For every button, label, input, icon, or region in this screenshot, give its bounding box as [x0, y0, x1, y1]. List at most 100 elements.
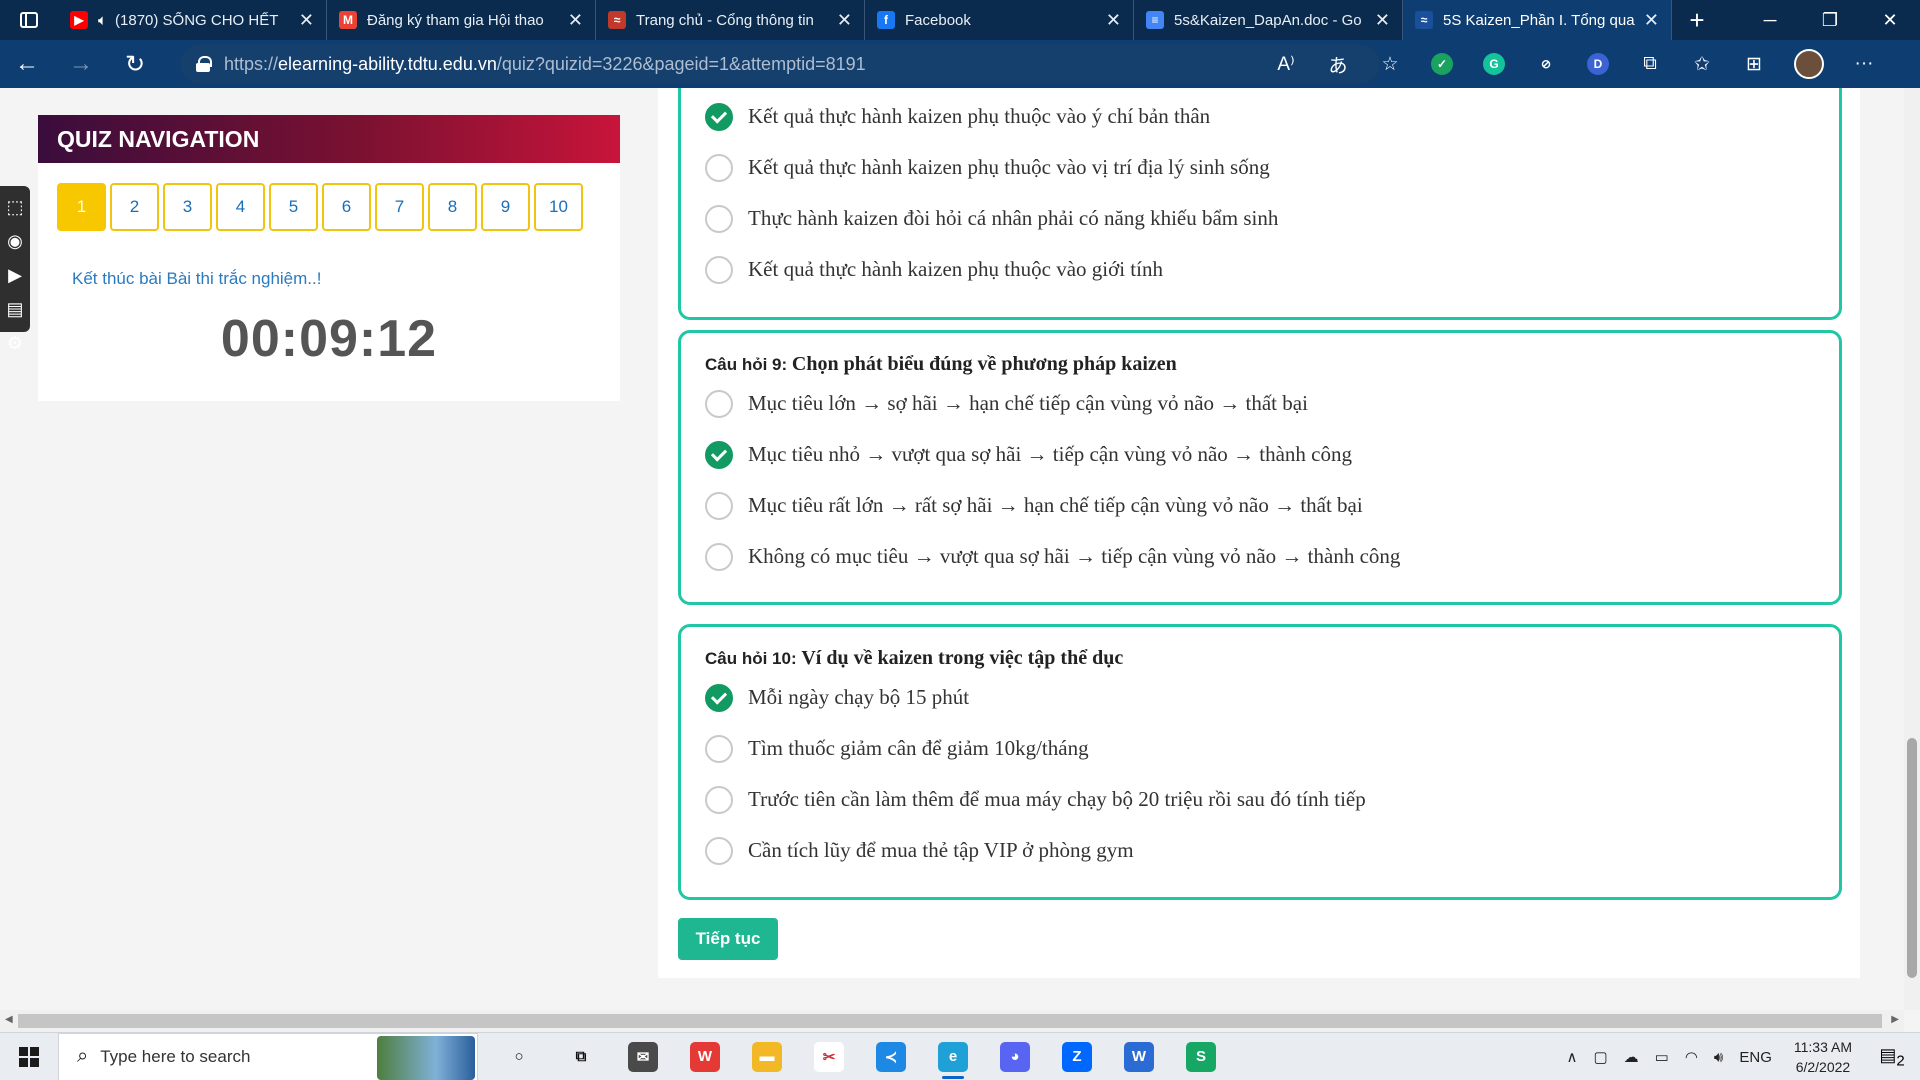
radio-unchecked-icon[interactable] — [705, 542, 733, 571]
tab-actions-button[interactable] — [0, 0, 58, 40]
cortana-taskbar-button[interactable]: ○ — [488, 1033, 550, 1080]
browser-tab[interactable]: ≈ Trang chủ - Cổng thông tin ✕ — [596, 0, 865, 40]
wps-taskbar-button[interactable]: W — [674, 1033, 736, 1080]
radio-unchecked-icon[interactable] — [705, 153, 733, 182]
settings-icon[interactable]: ⚙ — [7, 326, 23, 360]
video-icon[interactable]: ▶ — [8, 258, 22, 292]
meet-now-icon[interactable]: ▢ — [1593, 1048, 1607, 1066]
read-aloud-icon[interactable]: A⁾ — [1260, 53, 1312, 76]
tab-close-icon[interactable]: ✕ — [1644, 10, 1659, 31]
answer-option[interactable]: Kết quả thực hành kaizen phụ thuộc vào g… — [705, 244, 1815, 295]
radio-unchecked-icon[interactable] — [705, 204, 733, 233]
answer-option[interactable]: Tìm thuốc giảm cân để giảm 10kg/tháng — [705, 723, 1815, 774]
refresh-button[interactable]: ↻ — [108, 40, 162, 88]
radio-unchecked-icon[interactable] — [705, 389, 733, 418]
compass-ext-icon[interactable]: ⊘ — [1535, 53, 1557, 75]
radio-checked-icon[interactable] — [705, 102, 733, 131]
clock[interactable]: 11:33 AM 6/2/2022 — [1794, 1037, 1852, 1077]
sheets-taskbar-button[interactable]: S — [1170, 1033, 1232, 1080]
answer-option[interactable]: Kết quả thực hành kaizen phụ thuộc vào v… — [705, 142, 1815, 193]
radio-checked-icon[interactable] — [705, 440, 733, 469]
tab-close-icon[interactable]: ✕ — [299, 10, 314, 31]
answer-option[interactable]: Mục tiêu lớn → sợ hãi → hạn chế tiếp cận… — [705, 378, 1815, 429]
gallery-icon[interactable]: ▤ — [6, 292, 23, 326]
more-menu-icon[interactable]: ··· — [1838, 53, 1890, 75]
scroll-right-icon[interactable]: ▶ — [1891, 1014, 1899, 1025]
question-nav-button-4[interactable]: 4 — [216, 183, 265, 231]
back-button[interactable]: ← — [0, 40, 54, 88]
answer-option[interactable]: Thực hành kaizen đòi hỏi cá nhân phải có… — [705, 193, 1815, 244]
tab-close-icon[interactable]: ✕ — [837, 10, 852, 31]
browser-tab[interactable]: f Facebook ✕ — [865, 0, 1134, 40]
answer-option[interactable]: Mục tiêu rất lớn → rất sợ hãi → hạn chế … — [705, 480, 1815, 531]
radio-unchecked-icon[interactable] — [705, 836, 733, 865]
minimize-button[interactable]: ─ — [1740, 0, 1800, 40]
answer-option[interactable]: Cần tích lũy để mua thẻ tập VIP ở phòng … — [705, 825, 1815, 876]
radio-unchecked-icon[interactable] — [705, 785, 733, 814]
question-nav-button-8[interactable]: 8 — [428, 183, 477, 231]
discord-taskbar-button[interactable]: ◕ — [984, 1033, 1046, 1080]
vertical-scrollbar[interactable] — [1904, 88, 1920, 1010]
onedrive-icon[interactable]: ☁ — [1624, 1048, 1639, 1066]
tab-close-icon[interactable]: ✕ — [568, 10, 583, 31]
question-nav-button-6[interactable]: 6 — [322, 183, 371, 231]
answer-option[interactable]: Không có mục tiêu → vượt qua sợ hãi → ti… — [705, 531, 1815, 582]
collapse-icon[interactable]: ⬚ — [6, 190, 23, 224]
file-explorer-taskbar-button[interactable]: ▬ — [736, 1033, 798, 1080]
browser-tab[interactable]: ≡ 5s&Kaizen_DapAn.doc - Go ✕ — [1134, 0, 1403, 40]
browser-tab[interactable]: ≈5S Kaizen_Phần I. Tổng qua ✕ — [1403, 0, 1672, 40]
radio-unchecked-icon[interactable] — [705, 734, 733, 763]
show-hidden-icons[interactable]: ∧ — [1566, 1048, 1577, 1066]
mail-taskbar-button[interactable]: ✉ — [612, 1033, 674, 1080]
answer-option[interactable]: Mục tiêu nhỏ → vượt qua sợ hãi → tiếp cậ… — [705, 429, 1815, 480]
restore-button[interactable]: ❐ — [1800, 0, 1860, 40]
question-nav-button-5[interactable]: 5 — [269, 183, 318, 231]
task-view-taskbar-button[interactable]: ⧉ — [550, 1033, 612, 1080]
volume-icon[interactable]: 🔊︎ — [1714, 1049, 1723, 1066]
tab-close-icon[interactable]: ✕ — [1106, 10, 1121, 31]
extensions-icon[interactable]: ⧉ — [1624, 53, 1676, 75]
radio-unchecked-icon[interactable] — [705, 255, 733, 284]
answer-option[interactable]: Mỗi ngày chạy bộ 15 phút — [705, 672, 1815, 723]
tab-close-icon[interactable]: ✕ — [1375, 10, 1390, 31]
start-button[interactable] — [0, 1033, 58, 1080]
question-nav-button-9[interactable]: 9 — [481, 183, 530, 231]
language-indicator[interactable]: ENG — [1739, 1049, 1772, 1066]
favorites-icon[interactable]: ✩ — [1676, 53, 1728, 76]
browser-tab[interactable]: M Đăng ký tham gia Hội thao ✕ — [327, 0, 596, 40]
horizontal-scrollbar[interactable]: ◀ ▶ — [0, 1010, 1904, 1032]
new-tab-button[interactable]: + — [1672, 0, 1722, 40]
grammarly-ext-icon[interactable]: G — [1483, 53, 1505, 75]
continue-button[interactable]: Tiếp tục — [678, 918, 778, 960]
question-nav-button-3[interactable]: 3 — [163, 183, 212, 231]
vertical-scroll-thumb[interactable] — [1907, 738, 1917, 978]
wifi-icon[interactable]: ◠ — [1685, 1048, 1698, 1066]
question-nav-button-1[interactable]: 1 — [57, 183, 106, 231]
finish-attempt-link[interactable]: Kết thúc bài Bài thi trắc nghiệm..! — [72, 269, 620, 289]
answer-option[interactable]: Trước tiên cần làm thêm để mua máy chạy … — [705, 774, 1815, 825]
vscode-taskbar-button[interactable]: ≺ — [860, 1033, 922, 1080]
profile-avatar[interactable] — [1794, 49, 1824, 79]
close-window-button[interactable]: ✕ — [1860, 0, 1920, 40]
battery-icon[interactable]: ▭ — [1655, 1048, 1669, 1066]
add-favorite-icon[interactable]: ☆ — [1364, 53, 1416, 76]
zalo-taskbar-button[interactable]: Z — [1046, 1033, 1108, 1080]
radio-unchecked-icon[interactable] — [705, 491, 733, 520]
question-nav-button-2[interactable]: 2 — [110, 183, 159, 231]
answer-option[interactable]: Kết quả thực hành kaizen phụ thuộc vào ý… — [705, 91, 1815, 142]
url-bar[interactable]: https://elearning-ability.tdtu.edu.vn/qu… — [180, 44, 1380, 84]
word-taskbar-button[interactable]: W — [1108, 1033, 1170, 1080]
d-ext-icon[interactable]: D — [1587, 53, 1609, 75]
collections-icon[interactable]: ⊞ — [1728, 53, 1780, 76]
shield-ext-icon[interactable]: ✓ — [1431, 53, 1453, 75]
horizontal-scroll-thumb[interactable] — [18, 1014, 1882, 1028]
edge-taskbar-button[interactable]: e — [922, 1033, 984, 1080]
taskbar-search[interactable]: ⌕ Type here to search — [58, 1032, 478, 1080]
scroll-left-icon[interactable]: ◀ — [5, 1014, 13, 1025]
camera-icon[interactable]: ◉ — [7, 224, 23, 258]
question-nav-button-10[interactable]: 10 — [534, 183, 583, 231]
notification-center-icon[interactable]: ▤2 — [1874, 1045, 1910, 1070]
snipping-tool-taskbar-button[interactable]: ✂ — [798, 1033, 860, 1080]
forward-button[interactable]: → — [54, 40, 108, 88]
tab-audio-icon[interactable]: 🔈︎ — [98, 12, 107, 29]
